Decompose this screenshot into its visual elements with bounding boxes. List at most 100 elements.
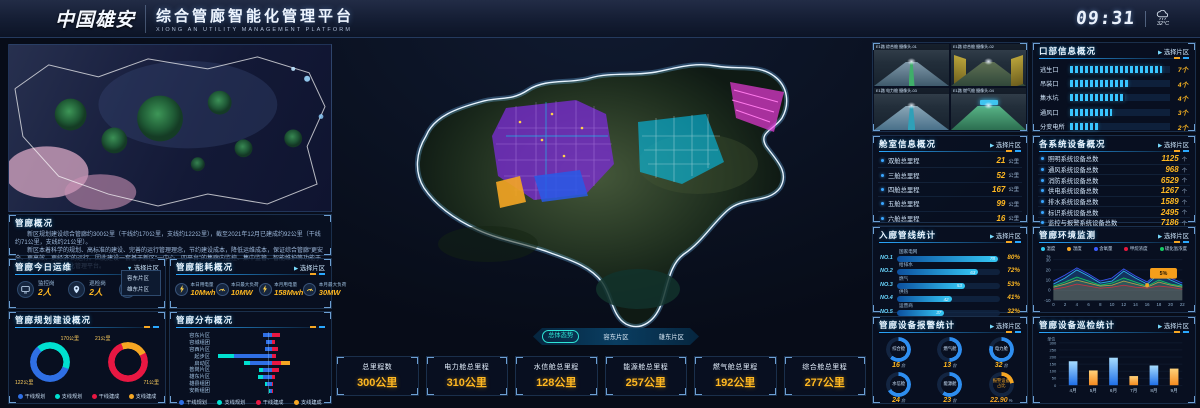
- cabin-label: 三舱总里程: [888, 171, 996, 180]
- cabin-label: 双舱总里程: [888, 156, 996, 165]
- dist-row-1: 容城组团: [174, 339, 327, 346]
- district-option-1[interactable]: 雄东片区: [122, 283, 160, 294]
- video-feed-3[interactable]: E1路 燃气舱 摄像头-04: [951, 88, 1026, 130]
- cabin-label: 五舱总里程: [888, 199, 996, 208]
- pipeline-percent: 80%: [1000, 254, 1020, 262]
- portal-label: 通风口: [1040, 108, 1070, 117]
- energy-value: 158Mwh: [274, 288, 303, 297]
- legend-item: 干线规划: [18, 393, 46, 400]
- select-area-dropdown[interactable]: 选择片区: [1158, 321, 1189, 330]
- video-feed-1[interactable]: E1路 综合舱 摄像头-02: [951, 44, 1026, 86]
- gauge-label: 报警设备占比: [989, 372, 1014, 397]
- pipeline-label: 供热: [899, 289, 908, 295]
- select-area-dropdown[interactable]: 选择片区: [1158, 140, 1189, 149]
- tab-0[interactable]: 总体态势: [533, 330, 588, 342]
- alarm-gauge-2: 电力舱32台: [976, 337, 1027, 370]
- svg-text:30: 30: [1046, 257, 1051, 262]
- dist-rows: 容东片区容城组团容西片区起步区启动区昝岗片区雄东片区雄县组团安新组团: [170, 330, 331, 394]
- portal-label: 分变电所: [1040, 122, 1070, 131]
- video-feed-2[interactable]: E1路 电力舱 摄像头-03: [874, 88, 949, 130]
- alarm-gauge-3: 水信舱24台: [873, 372, 924, 405]
- panel-alarm-stats: 管廊设备报警统计 选择片区 综合舱16台燃气舱13台电力舱32台水信舱24台能源…: [872, 316, 1028, 404]
- bolt-icon: [259, 283, 272, 296]
- gauge-value: 24: [892, 397, 900, 404]
- divider: [1039, 58, 1189, 59]
- select-area-dropdown[interactable]: 选择片区: [990, 140, 1021, 149]
- system-row-0: 照明系统设备总数1125个: [1038, 154, 1190, 165]
- energy-value: 10Mwh: [191, 288, 216, 297]
- dist-row-8: 安新组团: [174, 387, 327, 394]
- alarm-gauge-5: 报警设备占比22.90%: [976, 372, 1027, 405]
- system-unit: 个: [1182, 187, 1187, 195]
- mini-map-graphic: [9, 45, 331, 212]
- panel-corridor-overview: 管廊概况 新区规划建设综合管廊约300公里（干线约170公里，支线约122公里）…: [8, 214, 332, 256]
- panel-title: 口部信息概况: [1039, 45, 1096, 57]
- overview-paragraph: 新区规划建设综合管廊约300公里（干线约170公里，支线约122公里），截至20…: [15, 231, 325, 247]
- panel-title: 入廊管线统计: [879, 229, 936, 241]
- divider: [879, 332, 1021, 333]
- divider: [1145, 11, 1146, 27]
- svg-text:6月: 6月: [1110, 388, 1117, 394]
- divider: [879, 242, 1021, 243]
- cabin-value: 52: [996, 171, 1005, 180]
- gauge-icon: [303, 283, 316, 296]
- tunnel-floor: [874, 106, 949, 130]
- cabin-row-0: 双舱总里程21公里: [878, 154, 1022, 168]
- tab-1[interactable]: 容东片区: [588, 332, 643, 341]
- tunnel-floor: [951, 62, 1026, 86]
- mileage-label: 综合舱总里程: [802, 362, 847, 372]
- legend-item: 支线规划: [217, 399, 245, 406]
- district-mini-map[interactable]: [8, 44, 332, 212]
- cabin-unit: 公里: [1008, 200, 1019, 208]
- legend-item: 支线建成: [129, 393, 157, 400]
- pipeline-row-0: NO.1国家电网7880%: [878, 248, 1022, 262]
- tab-2[interactable]: 雄东片区: [644, 332, 699, 341]
- cabin-row-1: 三舱总里程52公里: [878, 168, 1022, 182]
- select-area-dropdown[interactable]: 选择片区: [1158, 47, 1189, 56]
- env-legend: 温度湿度含氧量甲烷浓度硫化氢浓度: [1033, 245, 1195, 252]
- legend-item: 含氧量: [1094, 246, 1113, 252]
- svg-text:14: 14: [1133, 302, 1138, 307]
- mileage-value: 257公里: [626, 374, 666, 390]
- page-subtitle: XIONG AN UTILITY MANAGEMENT PLATFORM: [156, 27, 354, 33]
- mileage-box-1: 电力舱总里程310公里: [426, 356, 509, 396]
- pipeline-row-1: NO.2给排水6372%: [878, 262, 1022, 276]
- district-option-0[interactable]: 容东片区: [122, 272, 160, 283]
- gauge-label: 电力舱: [989, 337, 1014, 362]
- system-value: 1125: [1161, 154, 1178, 163]
- portal-row-3: 通风口3个: [1038, 105, 1190, 119]
- gauge-label: 水信舱: [886, 372, 911, 397]
- mileage-value: 277公里: [805, 374, 845, 390]
- select-area-dropdown[interactable]: 选择片区: [1158, 231, 1189, 240]
- main-city-map[interactable]: [338, 44, 866, 336]
- legend-item: 硫化氢浓度: [1160, 246, 1187, 252]
- svg-text:250: 250: [1050, 348, 1057, 353]
- energy-stat-2: 本月用电量158Mwh: [259, 282, 304, 297]
- video-caption: E1路 电力舱 摄像头-03: [874, 88, 949, 94]
- select-area-dropdown[interactable]: 选择片区: [990, 231, 1021, 240]
- ops-stat-0: 监控岗2人: [17, 281, 55, 298]
- mileage-label: 电力舱总里程: [444, 362, 489, 372]
- portal-value: 4个: [1170, 79, 1188, 89]
- video-feed-0[interactable]: E1路 综合舱 摄像头-01: [874, 44, 949, 86]
- pipeline-rank: NO.3: [880, 282, 897, 289]
- mileage-box-2: 水信舱总里程128公里: [515, 356, 598, 396]
- svg-text:50: 50: [1052, 376, 1057, 381]
- system-value: 968: [1165, 165, 1178, 174]
- tunnel-floor: [951, 106, 1026, 130]
- gauge-label: 燃气舱: [937, 337, 962, 362]
- tunnel-vanish-point: [907, 58, 916, 65]
- district-dropdown-menu[interactable]: 容东片区雄东片区: [121, 270, 161, 296]
- pipeline-rank: NO.4: [880, 295, 897, 302]
- cabin-unit: 公里: [1008, 214, 1019, 222]
- insp-chart: 单位3002502001501005004月5月6月7月8月9月: [1033, 335, 1195, 397]
- mileage-value: 192公里: [715, 374, 755, 390]
- weather-widget: 32°C: [1156, 10, 1170, 28]
- select-area-dropdown[interactable]: 选择片区: [990, 321, 1021, 330]
- gauge-value: 16: [892, 362, 900, 369]
- pipeline-row-4: NO.5运营商3732%: [878, 302, 1022, 316]
- divider: [879, 151, 1021, 152]
- select-area-dropdown[interactable]: 选择片区: [294, 263, 325, 272]
- svg-text:8: 8: [1099, 302, 1102, 307]
- energy-stat-1: 本日最大负荷10MW: [216, 282, 259, 297]
